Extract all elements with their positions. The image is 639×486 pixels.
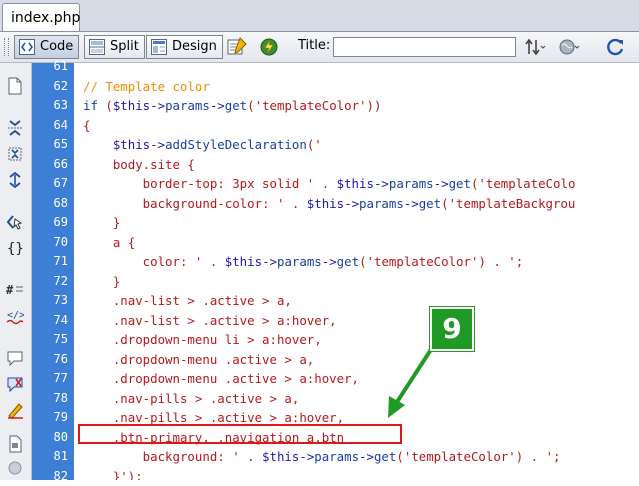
callout-arrow (388, 346, 434, 418)
step-number-badge: 9 (430, 307, 474, 351)
